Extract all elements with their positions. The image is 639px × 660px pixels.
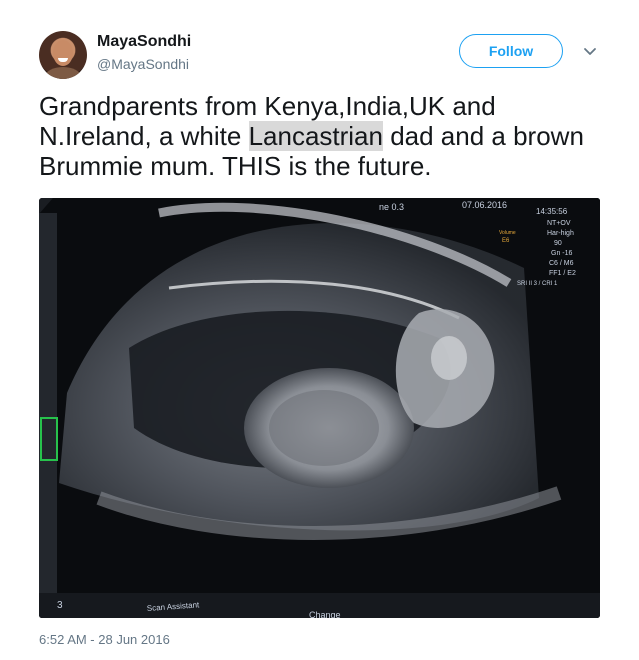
- chevron-down-icon[interactable]: [582, 45, 598, 59]
- display-name[interactable]: MayaSondhi: [97, 33, 191, 51]
- screen-setting: Gn -16: [551, 250, 573, 257]
- screen-setting: SRI II 3 / CRI 1: [517, 281, 558, 287]
- ultrasound-image: ne 0.3 07.06.2016 14:35:56 NT+OV Har-hig…: [39, 198, 600, 618]
- follow-button[interactable]: Follow: [459, 34, 563, 68]
- highlighted-word: Lancastrian: [248, 121, 383, 151]
- tweet-text: Grandparents from Kenya,India,UK and N.I…: [39, 91, 609, 181]
- screen-time: 14:35:56: [536, 207, 568, 216]
- avatar-shoulders: [45, 67, 81, 79]
- screen-top-readout: ne 0.3: [379, 202, 404, 212]
- screen-setting: FF1 / E2: [549, 270, 576, 277]
- user-handle[interactable]: @MayaSondhi: [97, 56, 189, 72]
- ultrasound-photo[interactable]: ne 0.3 07.06.2016 14:35:56 NT+OV Har-hig…: [39, 198, 600, 618]
- avatar[interactable]: [39, 31, 87, 79]
- screen-left-value: Volume: [499, 230, 516, 236]
- screen-setting: Har-high: [547, 230, 574, 237]
- screen-change: Change: [309, 610, 341, 618]
- screen-date: 07.06.2016: [462, 200, 507, 210]
- avatar-face: [53, 40, 73, 66]
- tweet-card: MayaSondhi @MayaSondhi Follow Grandparen…: [0, 0, 639, 660]
- screen-left-value: E6: [502, 238, 510, 244]
- screen-setting: NT+OV: [547, 220, 571, 227]
- tweet-timestamp[interactable]: 6:52 AM - 28 Jun 2016: [39, 632, 170, 647]
- screen-setting: 90: [554, 240, 562, 247]
- screen-setting: C6 / M6: [549, 260, 574, 267]
- screen-number: 3: [57, 600, 63, 611]
